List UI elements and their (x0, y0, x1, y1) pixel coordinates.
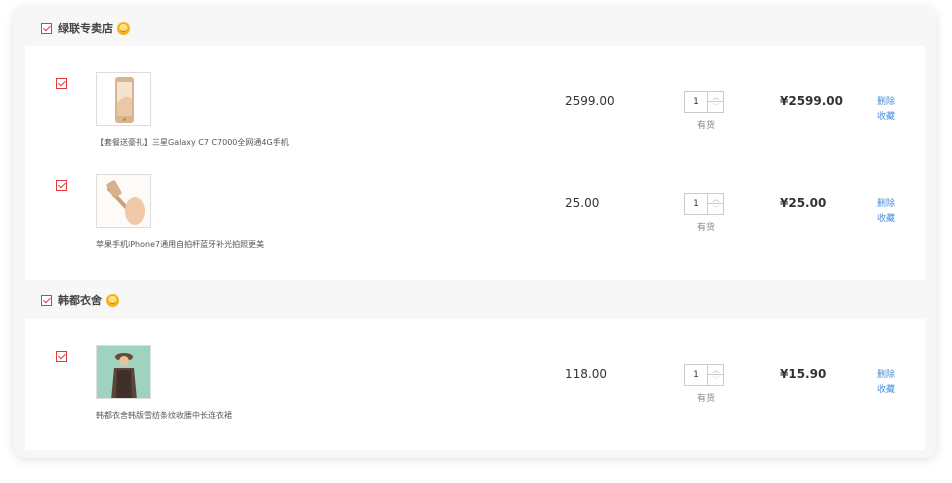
shop-items-panel: 韩都衣舍韩版雪纺条纹收腰中长连衣裙 118.00 1 ︿ ﹀ 有货 ¥15.90… (25, 319, 925, 450)
quantity-stepper: 1 ︿ ﹀ (684, 364, 724, 386)
cart-item: 苹果手机iPhone7通用自拍杆蓝牙补光拍照更美 25.00 1 ︿ ﹀ 有货 … (25, 168, 925, 268)
shop-name[interactable]: 韩都衣舍 (58, 292, 102, 308)
delete-link[interactable]: 删除 (877, 196, 895, 209)
shop-items-panel: 【套餐送豪礼】三星Galaxy C7 C7000全网通4G手机 2599.00 … (25, 46, 925, 280)
item-checkbox[interactable] (56, 351, 67, 362)
delete-link[interactable]: 删除 (877, 94, 895, 107)
product-name[interactable]: 【套餐送豪礼】三星Galaxy C7 C7000全网通4G手机 (96, 137, 289, 148)
favorite-link[interactable]: 收藏 (877, 109, 895, 122)
quantity-decrease-button[interactable]: ﹀ (707, 102, 724, 112)
product-image[interactable] (96, 72, 151, 126)
shop-checkbox[interactable] (41, 22, 52, 34)
favorite-link[interactable]: 收藏 (877, 382, 895, 395)
shop-header: 绿联专卖店 (14, 10, 936, 46)
shop-name[interactable]: 绿联专卖店 (58, 20, 113, 36)
quantity-increase-button[interactable]: ︿ (707, 365, 724, 375)
quantity-stepper: 1 ︿ ﹀ (684, 91, 724, 113)
wangwang-chat-icon[interactable] (117, 21, 130, 35)
favorite-link[interactable]: 收藏 (877, 211, 895, 224)
quantity-input[interactable]: 1 (685, 92, 707, 112)
quantity-decrease-button[interactable]: ﹀ (707, 204, 724, 214)
cart-item: 韩都衣舍韩版雪纺条纹收腰中长连衣裙 118.00 1 ︿ ﹀ 有货 ¥15.90… (25, 339, 925, 439)
stock-status: 有货 (697, 394, 716, 404)
unit-price: 2599.00 (565, 94, 615, 108)
unit-price: 25.00 (565, 196, 600, 210)
item-checkbox[interactable] (56, 78, 67, 89)
wangwang-chat-icon[interactable] (106, 293, 119, 307)
product-image[interactable] (96, 174, 151, 228)
cart-container: 绿联专卖店 【套餐送豪礼】三星Galaxy C7 C7000全网通4G手机 25… (14, 6, 936, 458)
item-checkbox[interactable] (56, 180, 67, 191)
quantity-increase-button[interactable]: ︿ (707, 194, 724, 204)
quantity-decrease-button[interactable]: ﹀ (707, 375, 724, 385)
item-subtotal: ¥15.90 (780, 367, 827, 381)
shop-checkbox[interactable] (41, 294, 52, 306)
quantity-input[interactable]: 1 (685, 365, 707, 385)
quantity-input[interactable]: 1 (685, 194, 707, 214)
shop-header: 韩都衣舍 (14, 282, 936, 318)
item-subtotal: ¥25.00 (780, 196, 827, 210)
delete-link[interactable]: 删除 (877, 367, 895, 380)
unit-price: 118.00 (565, 367, 607, 381)
quantity-stepper: 1 ︿ ﹀ (684, 193, 724, 215)
quantity-increase-button[interactable]: ︿ (707, 92, 724, 102)
stock-status: 有货 (697, 121, 716, 131)
product-image[interactable] (96, 345, 151, 399)
product-name[interactable]: 苹果手机iPhone7通用自拍杆蓝牙补光拍照更美 (96, 239, 264, 250)
stock-status: 有货 (697, 223, 716, 233)
item-subtotal: ¥2599.00 (780, 94, 844, 108)
product-name[interactable]: 韩都衣舍韩版雪纺条纹收腰中长连衣裙 (96, 410, 232, 421)
cart-item: 【套餐送豪礼】三星Galaxy C7 C7000全网通4G手机 2599.00 … (25, 66, 925, 166)
